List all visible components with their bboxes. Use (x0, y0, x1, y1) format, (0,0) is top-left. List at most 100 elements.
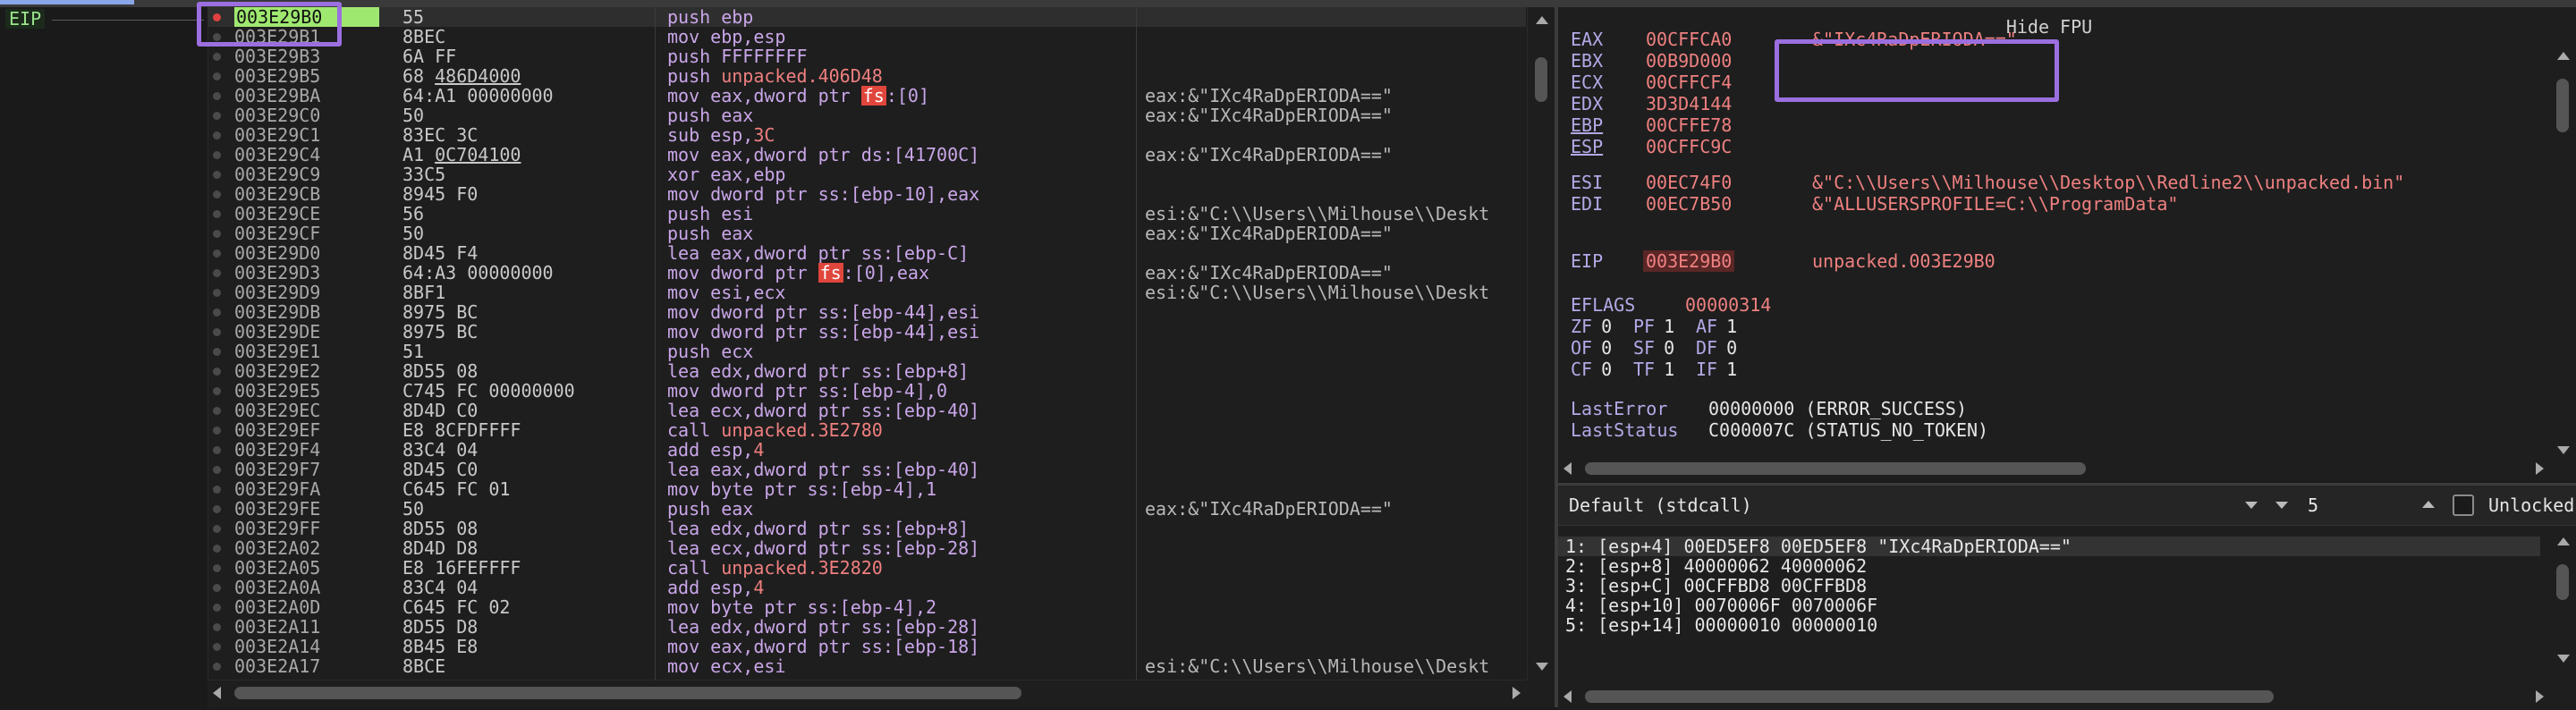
breakpoint-slot-icon[interactable] (213, 525, 221, 533)
disassembly-row[interactable]: 003E2A14 8B45 E8 mov eax,dword ptr ss:[ebp… (208, 637, 1526, 656)
argument-row[interactable]: 2: [esp+8] 40000062 40000062 (1558, 556, 2540, 576)
scroll-down-arrow-icon[interactable] (2557, 446, 2570, 454)
scroll-thumb[interactable] (1535, 57, 1547, 102)
scroll-left-arrow-icon[interactable] (1563, 690, 1572, 703)
disassembly-row[interactable]: 003E29D3 64:A3 00000000 mov dword ptr fs:[… (208, 263, 1526, 283)
breakpoint-slot-icon[interactable] (213, 190, 221, 199)
disassembly-row[interactable]: 003E29E5 C745 FC 00000000 mov dword ptr ss… (208, 381, 1526, 401)
disassembly-row[interactable]: 003E2A0A 83C4 04 add esp,4 (208, 578, 1526, 597)
disassembly-row[interactable]: 003E29F7 8D45 C0 lea eax,dword ptr ss:[ebp… (208, 460, 1526, 479)
disassembly-row[interactable]: 003E29C0 50 push eax eax:&"IXc4RaDpERIODA==… (208, 106, 1526, 125)
disassembly-row[interactable]: 003E29CF 50 push eax eax:&"IXc4RaDpERIODA==… (208, 224, 1526, 243)
call-stack-arguments-pane[interactable]: Default (stdcall) 5 Unlocked 1: [esp+4] … (1558, 483, 2576, 710)
disassembly-row[interactable]: 003E2A05 E8 16FEFFFF call unpacked.3E2820 (208, 558, 1526, 578)
register-value[interactable]: 00B9D000 (1646, 50, 1732, 72)
argument-row[interactable]: 5: [esp+14] 00000010 00000010 (1558, 615, 2540, 635)
breakpoint-slot-icon[interactable] (213, 230, 221, 238)
eflags-value[interactable]: 00000314 (1685, 294, 1771, 316)
breakpoint-slot-icon[interactable] (213, 112, 221, 120)
flag-value[interactable]: 0 (1601, 337, 1612, 359)
disassembly-row[interactable]: 003E29F4 83C4 04 add esp,4 (208, 440, 1526, 460)
breakpoint-slot-icon[interactable] (213, 663, 221, 671)
breakpoint-slot-icon[interactable] (213, 348, 221, 356)
breakpoint-slot-icon[interactable] (213, 623, 221, 631)
register-value[interactable]: 003E29B0 (1643, 250, 1735, 272)
scroll-right-arrow-icon[interactable] (2536, 462, 2544, 475)
breakpoint-slot-icon[interactable] (213, 486, 221, 494)
flag-if[interactable]: IF 1 (1696, 359, 1737, 380)
flag-value[interactable]: 0 (1726, 337, 1737, 359)
disassembly-row[interactable]: 003E2A11 8D55 D8 lea edx,dword ptr ss:[ebp… (208, 617, 1526, 637)
breakpoint-slot-icon[interactable] (213, 545, 221, 553)
flag-value[interactable]: 1 (1726, 359, 1737, 380)
flag-value[interactable]: 1 (1726, 316, 1737, 337)
breakpoint-slot-icon[interactable] (213, 368, 221, 376)
breakpoint-slot-icon[interactable] (213, 72, 221, 80)
registers-pane[interactable]: Hide FPU EAX 00CFFCA0 &"IXc4RaDpERIODA==" E… (1558, 7, 2576, 481)
breakpoint-slot-icon[interactable] (213, 210, 221, 218)
disassembly-row[interactable]: 003E29FA C645 FC 01 mov byte ptr ss:[ebp-4… (208, 479, 1526, 499)
breakpoint-slot-icon[interactable] (213, 131, 221, 139)
breakpoint-slot-icon[interactable] (213, 249, 221, 258)
breakpoint-slot-icon[interactable] (213, 604, 221, 612)
disassembly-row[interactable]: 003E2A17 8BCE mov ecx,esi esi:&"C:\\Users\\… (208, 656, 1526, 676)
argument-list[interactable]: 1: [esp+4] 00ED5EF8 00ED5EF8 "IXc4RaDpER… (1558, 537, 2540, 635)
breakpoint-slot-icon[interactable] (213, 328, 221, 336)
register-value[interactable]: 00EC74F0 (1646, 172, 1732, 193)
flag-df[interactable]: DF 0 (1696, 337, 1737, 359)
disassembly-row[interactable]: 003E29C1 83EC 3C sub esp,3C (208, 125, 1526, 145)
scroll-down-arrow-icon[interactable] (1536, 663, 1548, 671)
breakpoint-slot-icon[interactable] (213, 92, 221, 100)
disassembly-row[interactable]: 003E29DE 8975 BC mov dword ptr ss:[ebp-44]… (208, 322, 1526, 342)
breakpoint-slot-icon[interactable] (213, 584, 221, 592)
flag-value[interactable]: 0 (1664, 337, 1674, 359)
scroll-thumb[interactable] (2556, 564, 2569, 600)
disassembly-row[interactable]: 003E29CE 56 push esi esi:&"C:\\Users\\Milho… (208, 204, 1526, 224)
registers-vertical-scrollbar[interactable] (2549, 43, 2576, 463)
flag-value[interactable]: 1 (1664, 359, 1674, 380)
register-value[interactable]: 00CFFCF4 (1646, 72, 1732, 93)
arguments-horizontal-scrollbar[interactable] (1558, 684, 2549, 709)
breakpoint-slot-icon[interactable] (213, 407, 221, 415)
breakpoint-slot-icon[interactable] (213, 309, 221, 317)
register-value[interactable]: 00CFFE78 (1646, 114, 1732, 136)
breakpoint-slot-icon[interactable] (213, 289, 221, 297)
flag-zf[interactable]: ZF 0 (1571, 316, 1612, 337)
unlocked-checkbox[interactable] (2453, 494, 2474, 516)
breakpoint-slot-icon[interactable] (213, 427, 221, 435)
disassembly-row[interactable]: 003E29CB 8945 F0 mov dword ptr ss:[ebp-10]… (208, 184, 1526, 204)
flag-sf[interactable]: SF 0 (1633, 337, 1674, 359)
breakpoint-slot-icon[interactable] (213, 564, 221, 572)
disassembly-row[interactable]: 003E29E1 51 push ecx (208, 342, 1526, 361)
chevron-down-icon[interactable] (2275, 502, 2288, 509)
flag-pf[interactable]: PF 1 (1633, 316, 1674, 337)
calling-convention-select[interactable]: Default (stdcall) (1565, 491, 2267, 520)
argument-row[interactable]: 1: [esp+4] 00ED5EF8 00ED5EF8 "IXc4RaDpER… (1558, 537, 2540, 556)
disassembly-row[interactable]: 003E2A02 8D4D D8 lea ecx,dword ptr ss:[ebp… (208, 538, 1526, 558)
scroll-thumb[interactable] (1585, 690, 2274, 703)
breakpoint-slot-icon[interactable] (213, 53, 221, 61)
flag-tf[interactable]: TF 1 (1633, 359, 1674, 380)
disassembly-row[interactable]: 003E29FF 8D55 08 lea edx,dword ptr ss:[ebp… (208, 519, 1526, 538)
chevron-up-icon[interactable] (2422, 501, 2435, 508)
scroll-left-arrow-icon[interactable] (213, 687, 221, 699)
argument-count-spinbox[interactable]: 5 (2265, 491, 2444, 520)
breakpoint-slot-icon[interactable] (213, 171, 221, 179)
disassembly-pane[interactable]: EIP 003E29B0 55 push ebp 003E29B1 8BEC mov eb… (0, 7, 1555, 707)
disassembly-row[interactable]: 003E29C4 A1 0C704100 mov eax,dword ptr ds:… (208, 145, 1526, 165)
disassembly-row[interactable]: 003E29FE 50 push eax eax:&"IXc4RaDpERIODA==… (208, 499, 1526, 519)
disassembly-row[interactable]: 003E29B1 8BEC mov ebp,esp (208, 27, 1526, 46)
disassembly-row[interactable]: 003E29B5 68 486D4000 push unpacked.406D48 (208, 66, 1526, 86)
scroll-thumb[interactable] (1585, 462, 2086, 475)
breakpoint-slot-icon[interactable] (213, 643, 221, 651)
register-value[interactable]: 3D3D4144 (1646, 93, 1732, 114)
disassembly-row[interactable]: 003E29B0 55 push ebp (208, 7, 1526, 27)
flag-of[interactable]: OF 0 (1571, 337, 1612, 359)
disassembly-row[interactable]: 003E2A0D C645 FC 02 mov byte ptr ss:[ebp-4… (208, 597, 1526, 617)
register-value[interactable]: 00EC7B50 (1646, 193, 1732, 215)
disassembly-row[interactable]: 003E29DB 8975 BC mov dword ptr ss:[ebp-44]… (208, 302, 1526, 322)
scroll-thumb[interactable] (2556, 79, 2569, 132)
flag-value[interactable]: 0 (1601, 359, 1612, 380)
breakpoint-slot-icon[interactable] (213, 466, 221, 474)
flag-value[interactable]: 1 (1664, 316, 1674, 337)
